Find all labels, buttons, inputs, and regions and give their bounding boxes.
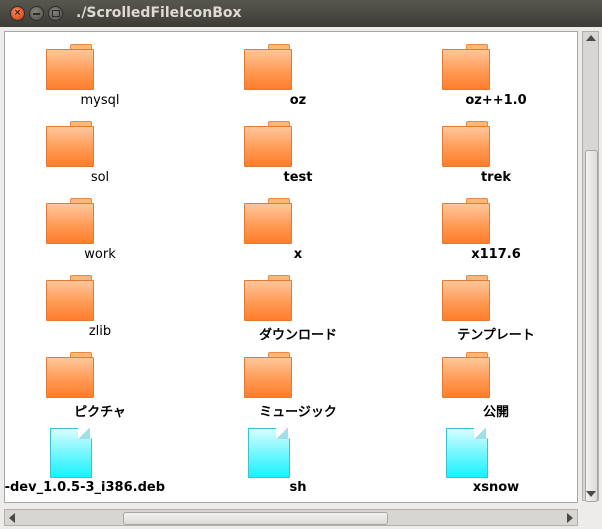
file-item[interactable]: 公開 <box>401 352 577 422</box>
file-icon <box>46 428 94 478</box>
file-item-label: ミュージック <box>259 405 337 420</box>
file-item-label: zlib <box>88 324 112 339</box>
file-item-label: x <box>293 247 303 262</box>
file-item[interactable]: zlib <box>5 275 195 345</box>
folder-icon <box>244 275 292 321</box>
file-item-label: t-dev_1.0.5-3_i386.deb <box>4 480 165 495</box>
close-icon: × <box>13 8 22 18</box>
file-item-label: ダウンロード <box>258 328 337 343</box>
file-icon <box>244 428 292 478</box>
scroll-right-arrow-icon[interactable] <box>567 513 573 523</box>
scroll-down-arrow-icon[interactable] <box>586 491 596 497</box>
file-item[interactable]: sol <box>5 121 195 191</box>
file-item-label: oz++1.0 <box>465 93 527 108</box>
file-item[interactable]: t-dev_1.0.5-3_i386.deb <box>4 428 195 499</box>
file-item[interactable]: ダウンロード <box>203 275 393 345</box>
title-bar[interactable]: × ./ScrolledFileIconBox <box>0 0 602 27</box>
file-item[interactable]: sh <box>203 428 393 499</box>
file-item[interactable]: ピクチャ <box>5 352 195 422</box>
folder-icon <box>46 121 94 167</box>
folder-icon <box>244 121 292 167</box>
file-item-label: oz <box>289 93 307 108</box>
file-item[interactable]: work <box>5 198 195 268</box>
file-item[interactable]: test <box>203 121 393 191</box>
horizontal-scroll-thumb[interactable] <box>123 512 388 525</box>
file-item[interactable]: mysql <box>5 44 195 114</box>
folder-icon <box>442 275 490 321</box>
folder-icon <box>442 352 490 398</box>
file-item-label: テンプレート <box>457 328 535 343</box>
folder-icon <box>442 44 490 90</box>
file-icon <box>442 428 490 478</box>
folder-icon <box>442 198 490 244</box>
file-item-label: trek <box>480 170 512 185</box>
minimize-button[interactable] <box>29 6 44 21</box>
file-item[interactable]: x117.6 <box>401 198 577 268</box>
window-title: ./ScrolledFileIconBox <box>76 5 242 21</box>
file-item-label: test <box>283 170 313 185</box>
folder-icon <box>244 44 292 90</box>
vertical-scroll-thumb[interactable] <box>585 150 598 502</box>
maximize-button[interactable] <box>48 6 63 21</box>
file-item[interactable]: テンプレート <box>401 275 577 345</box>
file-item-label: xsnow <box>472 480 520 495</box>
folder-icon <box>46 352 94 398</box>
file-item[interactable]: xsnow <box>401 428 577 499</box>
app-window: × ./ScrolledFileIconBox mysql oz oz++1.0 so… <box>0 0 602 529</box>
folder-icon <box>46 198 94 244</box>
file-item-label: mysql <box>80 93 120 108</box>
file-item[interactable]: ミュージック <box>203 352 393 422</box>
close-button[interactable]: × <box>10 6 25 21</box>
folder-icon <box>244 198 292 244</box>
folder-icon <box>46 275 94 321</box>
file-item[interactable]: trek <box>401 121 577 191</box>
folder-icon <box>244 352 292 398</box>
folder-icon <box>442 121 490 167</box>
horizontal-scrollbar[interactable] <box>4 509 578 526</box>
file-item[interactable]: oz++1.0 <box>401 44 577 114</box>
file-item-label: x117.6 <box>471 247 521 262</box>
minimize-icon <box>33 12 40 15</box>
file-item-label: 公開 <box>482 405 509 420</box>
scroll-up-arrow-icon[interactable] <box>586 35 596 41</box>
file-item-label: work <box>84 247 116 262</box>
file-item-label: sh <box>289 480 307 495</box>
file-item-label: ピクチャ <box>74 405 126 420</box>
scroll-left-arrow-icon[interactable] <box>9 513 15 523</box>
file-item-label: sol <box>90 170 110 185</box>
file-icon-box[interactable]: mysql oz oz++1.0 sol test trek work x x117.6 zlib… <box>4 31 578 503</box>
file-item[interactable]: x <box>203 198 393 268</box>
maximize-icon <box>51 10 60 17</box>
folder-icon <box>46 44 94 90</box>
file-item[interactable]: oz <box>203 44 393 114</box>
vertical-scrollbar[interactable] <box>582 31 599 502</box>
